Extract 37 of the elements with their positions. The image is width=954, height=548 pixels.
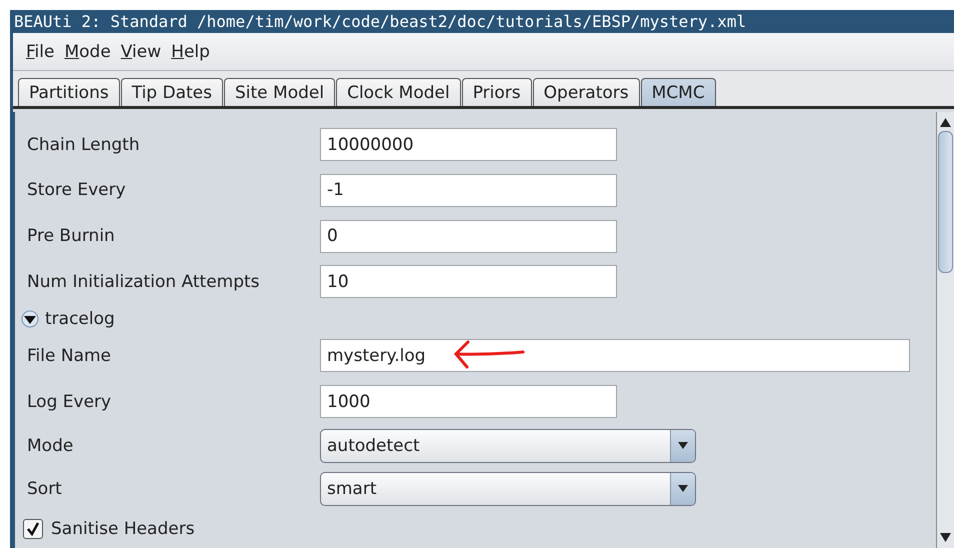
field-label: Sort (27, 478, 63, 499)
collapse-icon[interactable] (21, 310, 39, 328)
text-field[interactable]: 0 (320, 220, 617, 253)
checkbox[interactable] (23, 518, 43, 539)
scroll-down-icon[interactable] (940, 533, 951, 542)
caret-icon (678, 485, 688, 492)
window-title: BEAUti 2: Standard /home/tim/work/code/beast2/doc/tutorials/EBSP/mystery.xml (13, 11, 748, 33)
dropdown[interactable]: autodetect (320, 428, 696, 463)
field-label: Mode (27, 436, 74, 456)
field-label: Pre Burnin (27, 226, 116, 246)
checkbox-label: Sanitise Headers (51, 518, 195, 539)
menu-item[interactable]: File (26, 42, 54, 62)
tab[interactable]: Operators (532, 78, 640, 106)
tab[interactable]: Tip Dates (120, 78, 223, 106)
field-label: Store Every (27, 180, 127, 200)
text-field[interactable]: 1000 (320, 385, 617, 418)
text-field[interactable]: -1 (320, 174, 617, 207)
field-label: Num Initialization Attempts (27, 272, 261, 292)
dropdown[interactable]: smart (320, 472, 696, 506)
tab[interactable]: Site Model (224, 78, 336, 106)
tab[interactable]: Partitions (18, 78, 120, 106)
scrollbar[interactable] (936, 112, 954, 548)
field-label: File Name (27, 346, 112, 366)
text-field[interactable]: 10 (320, 265, 617, 298)
field-label: Chain Length (27, 134, 141, 155)
text-field[interactable]: mystery.log (320, 339, 910, 372)
menu-item[interactable]: Mode (64, 42, 111, 62)
section-label: tracelog (45, 308, 115, 329)
text-field[interactable]: 10000000 (320, 128, 617, 162)
field-label: Log Every (27, 392, 112, 412)
scroll-up-icon[interactable] (940, 118, 951, 127)
tab[interactable]: Priors (462, 78, 532, 106)
caret-icon (678, 442, 688, 450)
menu-item[interactable]: Help (171, 42, 210, 62)
tab[interactable]: Clock Model (336, 78, 461, 106)
tab[interactable]: MCMC (640, 78, 716, 106)
menu-item[interactable]: View (120, 42, 162, 62)
